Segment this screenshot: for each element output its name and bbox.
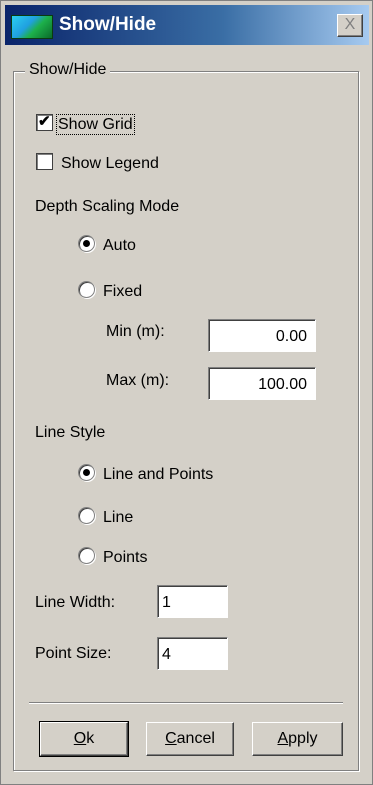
title-bar[interactable]: Show/Hide X	[5, 5, 369, 45]
apply-label: Apply	[277, 730, 318, 747]
line-width-label: Line Width:	[35, 594, 116, 611]
line-and-points-label: Line and Points	[103, 466, 214, 483]
radio-dot-icon	[83, 240, 90, 247]
max-input[interactable]: 100.00	[208, 367, 316, 400]
line-and-points-radio[interactable]: Line and Points	[78, 464, 213, 484]
point-size-input[interactable]: 4	[157, 637, 228, 670]
ok-button[interactable]: Ok	[39, 721, 129, 757]
line-style-heading: Line Style	[35, 424, 106, 441]
max-label: Max (m):	[106, 372, 170, 389]
show-legend-check[interactable]	[36, 153, 53, 170]
show-legend-label: Show Legend	[61, 155, 159, 172]
window-title: Show/Hide	[59, 14, 157, 35]
apply-button[interactable]: Apply	[252, 722, 343, 756]
point-size-label: Point Size:	[35, 645, 112, 662]
depth-scaling-heading: Depth Scaling Mode	[35, 198, 180, 215]
depth-auto-radio[interactable]: Auto	[78, 235, 136, 255]
cancel-button[interactable]: Cancel	[146, 722, 234, 756]
show-grid-check[interactable]: ✔	[36, 113, 53, 131]
radio-button[interactable]	[78, 507, 95, 524]
separator	[29, 702, 343, 704]
line-width-input[interactable]: 1	[157, 585, 228, 618]
show-grid-checkbox[interactable]: ✔ Show Grid	[36, 113, 135, 135]
min-input[interactable]: 0.00	[208, 319, 316, 352]
points-label: Points	[103, 549, 148, 566]
checkmark-icon: ✔	[38, 113, 51, 130]
radio-button[interactable]	[78, 281, 95, 298]
radio-dot-icon	[83, 469, 90, 476]
radio-button[interactable]	[78, 547, 95, 564]
app-icon	[11, 15, 53, 39]
line-radio[interactable]: Line	[78, 507, 133, 527]
line-label: Line	[103, 509, 134, 526]
radio-button[interactable]	[78, 464, 95, 481]
depth-fixed-radio[interactable]: Fixed	[78, 281, 142, 301]
groupbox-label: Show/Hide	[25, 61, 111, 79]
points-radio[interactable]: Points	[78, 547, 147, 567]
show-grid-label: Show Grid	[56, 114, 135, 135]
depth-fixed-label: Fixed	[103, 283, 143, 300]
radio-button[interactable]	[78, 235, 95, 252]
ok-label: Ok	[73, 730, 95, 747]
show-legend-checkbox[interactable]: Show Legend	[36, 153, 159, 173]
close-button[interactable]: X	[337, 14, 363, 37]
cancel-label: Cancel	[165, 730, 215, 747]
min-label: Min (m):	[106, 323, 165, 340]
depth-auto-label: Auto	[103, 237, 136, 254]
close-icon: X	[344, 16, 356, 33]
